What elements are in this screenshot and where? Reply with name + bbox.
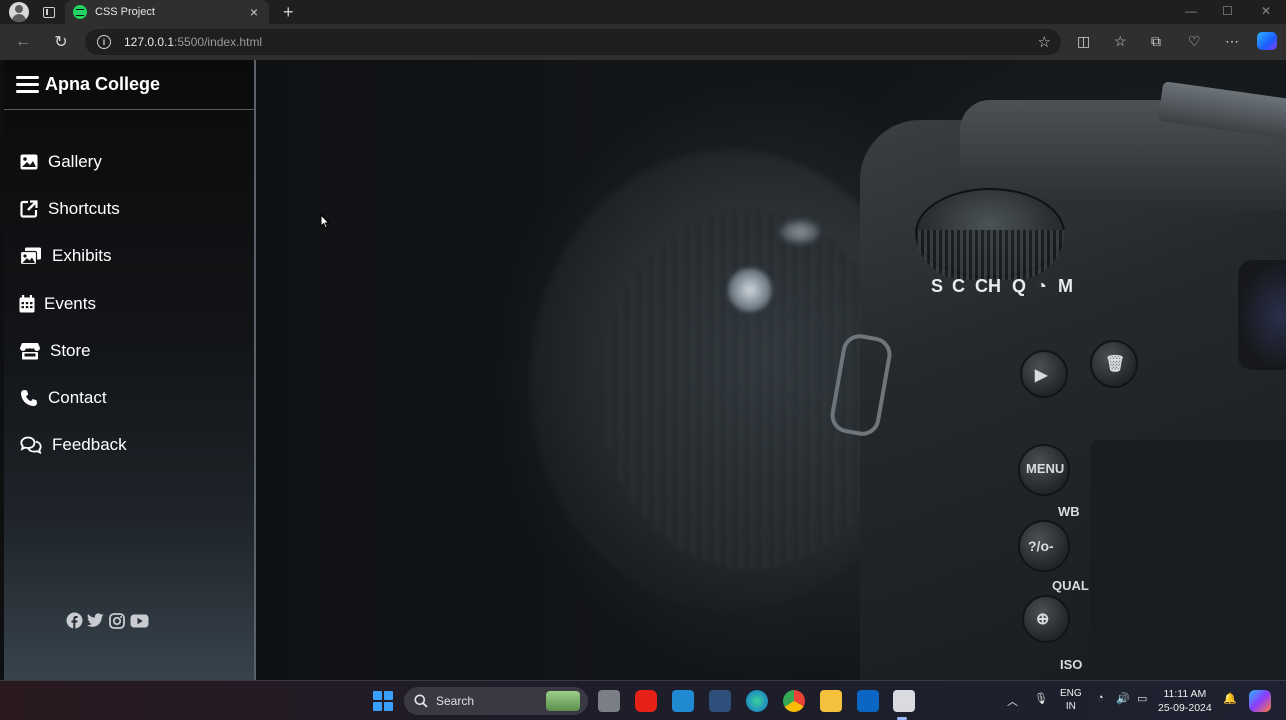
notifications-icon[interactable]: 🔔 bbox=[1223, 692, 1237, 705]
social-links bbox=[66, 612, 149, 629]
image-icon bbox=[19, 152, 39, 172]
spotify-favicon-icon bbox=[73, 5, 87, 19]
sidebar-item-shortcuts[interactable]: Shortcuts bbox=[19, 185, 127, 232]
favorite-star-icon[interactable]: ☆ bbox=[1038, 33, 1051, 51]
collections-icon[interactable]: ⧉ bbox=[1151, 33, 1161, 50]
page-viewport: S C CH Q ◔ M ▶ 🗑 MENU WB ?/o- QUAL ⊕ ISO… bbox=[0, 60, 1286, 680]
more-options-icon[interactable]: ⋯ bbox=[1225, 33, 1239, 50]
lang-region: IN bbox=[1065, 701, 1076, 712]
tab-title: CSS Project bbox=[95, 6, 155, 18]
store-icon bbox=[19, 341, 41, 361]
phone-icon bbox=[19, 388, 39, 408]
clock-time: 11:11 AM bbox=[1163, 688, 1207, 700]
sidebar-item-label: Store bbox=[50, 340, 91, 360]
browser-tab[interactable]: CSS Project × bbox=[65, 0, 269, 24]
url-path: :5500/index.html bbox=[174, 35, 263, 49]
photos-icon bbox=[19, 246, 43, 266]
sidebar-item-label: Feedback bbox=[52, 435, 127, 455]
sidebar-item-feedback[interactable]: Feedback bbox=[19, 422, 127, 469]
search-highlight-image bbox=[546, 691, 580, 711]
taskbar-search-box[interactable]: Search bbox=[404, 687, 588, 715]
instagram-icon[interactable] bbox=[108, 612, 125, 629]
split-screen-icon[interactable]: ◫ bbox=[1077, 33, 1090, 50]
new-tab-button[interactable]: + bbox=[283, 2, 294, 23]
sidebar-item-label: Gallery bbox=[48, 151, 102, 171]
language-indicator[interactable]: ENG IN bbox=[1060, 687, 1082, 713]
sidebar-item-label: Exhibits bbox=[52, 246, 112, 266]
clock-date: 25-09-2024 bbox=[1158, 702, 1212, 714]
youtube-icon[interactable] bbox=[129, 612, 149, 629]
volume-icon[interactable]: 🔊 bbox=[1116, 692, 1130, 705]
url-host: 127.0.0.1 bbox=[124, 35, 175, 49]
back-button[interactable]: ← bbox=[4, 33, 42, 51]
mouse-cursor-icon bbox=[320, 214, 330, 229]
workspaces-icon[interactable] bbox=[43, 6, 55, 18]
search-label: Search bbox=[436, 694, 475, 708]
calendar-icon bbox=[19, 294, 35, 314]
windows-taskbar: Search ︿ 🎙 ENG IN ◔ 🔊 ▭ 11:11 AM 25-09-2… bbox=[0, 680, 1286, 720]
address-toolbar: ← ↻ i 127.0.0.1:5500/index.html ☆ bbox=[0, 24, 1286, 60]
sidebar-item-gallery[interactable]: Gallery bbox=[19, 138, 127, 185]
favorites-icon[interactable]: ☆ bbox=[1114, 33, 1127, 50]
sidebar-item-store[interactable]: Store bbox=[19, 327, 127, 374]
file-explorer-icon[interactable] bbox=[820, 690, 842, 712]
refresh-button[interactable]: ↻ bbox=[42, 32, 80, 52]
sidebar-item-label: Contact bbox=[48, 388, 107, 408]
vscode-app-icon[interactable] bbox=[672, 690, 694, 712]
site-info-icon[interactable]: i bbox=[97, 35, 111, 49]
sidebar-item-contact[interactable]: Contact bbox=[19, 374, 127, 421]
comments-icon bbox=[19, 435, 43, 455]
profile-avatar-icon[interactable] bbox=[9, 2, 29, 22]
maximize-button[interactable]: ☐ bbox=[1222, 4, 1233, 18]
microphone-icon[interactable]: 🎙 bbox=[1034, 692, 1048, 705]
facebook-icon[interactable] bbox=[66, 612, 83, 629]
sidebar-item-label: Events bbox=[44, 293, 96, 313]
close-window-button[interactable]: ✕ bbox=[1261, 4, 1271, 18]
tab-strip: CSS Project × + — ☐ ✕ bbox=[0, 0, 1286, 24]
snipping-tool-icon[interactable] bbox=[709, 690, 731, 712]
youtube-app-icon[interactable] bbox=[635, 690, 657, 712]
browser-essentials-icon[interactable]: ♡ bbox=[1188, 33, 1201, 50]
sidebar-header: Apna College bbox=[4, 60, 254, 110]
external-link-icon bbox=[19, 199, 39, 219]
notepad-app-icon[interactable] bbox=[893, 690, 915, 712]
tray-overflow-icon[interactable]: ︿ bbox=[1007, 693, 1018, 709]
windows-start-icon[interactable] bbox=[373, 691, 393, 711]
sidebar-item-events[interactable]: Events bbox=[19, 280, 127, 327]
tab-close-button[interactable]: × bbox=[247, 4, 261, 20]
lang-code: ENG bbox=[1060, 688, 1082, 699]
sidebar-item-exhibits[interactable]: Exhibits bbox=[19, 233, 127, 280]
search-icon bbox=[414, 694, 428, 708]
sidebar: Apna College Gallery Shortcuts Exhibits bbox=[4, 60, 256, 680]
twitter-icon[interactable] bbox=[87, 612, 104, 629]
wifi-icon[interactable]: ◔ bbox=[1097, 692, 1104, 704]
system-clock[interactable]: 11:11 AM 25-09-2024 bbox=[1158, 687, 1212, 715]
task-view-icon[interactable] bbox=[598, 690, 620, 712]
sidebar-menu: Gallery Shortcuts Exhibits Events Store … bbox=[19, 138, 127, 469]
battery-icon[interactable]: ▭ bbox=[1137, 692, 1147, 705]
copilot-taskbar-icon[interactable] bbox=[1249, 690, 1271, 712]
linkedin-app-icon[interactable] bbox=[857, 690, 879, 712]
edge-app-icon[interactable] bbox=[746, 690, 768, 712]
copilot-icon[interactable] bbox=[1257, 32, 1277, 50]
minimize-button[interactable]: — bbox=[1185, 4, 1197, 18]
address-bar[interactable]: i 127.0.0.1:5500/index.html ☆ bbox=[85, 29, 1061, 55]
hamburger-menu-icon[interactable] bbox=[16, 75, 39, 94]
sidebar-item-label: Shortcuts bbox=[48, 198, 120, 218]
brand-title: Apna College bbox=[45, 74, 161, 94]
chrome-app-icon[interactable] bbox=[783, 690, 805, 712]
